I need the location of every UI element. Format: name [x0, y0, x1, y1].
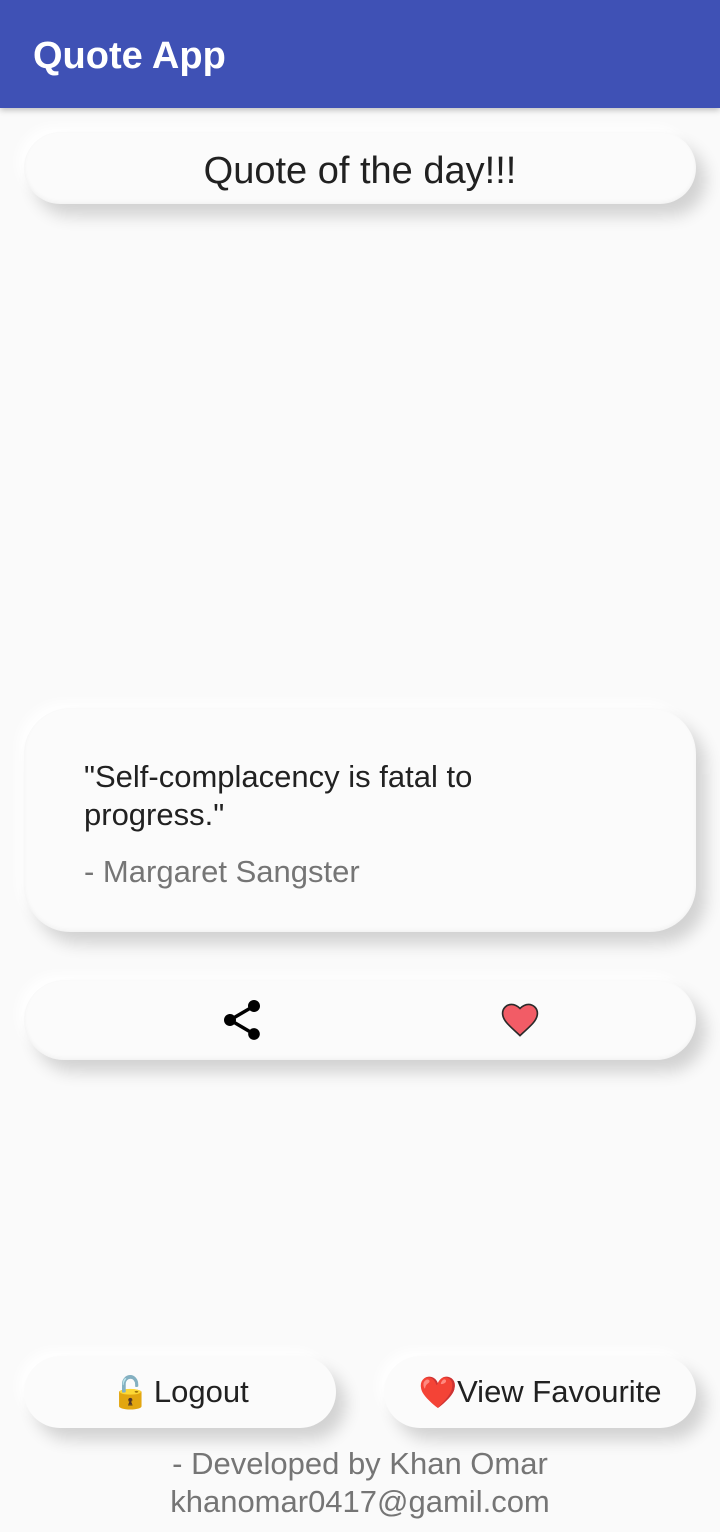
- developer-credit: - Developed by Khan Omar khanomar0417@ga…: [0, 1445, 720, 1521]
- favourite-button[interactable]: [498, 998, 542, 1042]
- unlock-icon: 🔓: [111, 1374, 150, 1410]
- developer-name: - Developed by Khan Omar: [172, 1446, 548, 1481]
- logout-button[interactable]: 🔓 Logout: [24, 1356, 336, 1428]
- logout-label: Logout: [153, 1374, 249, 1409]
- app-bar: Quote App: [0, 0, 720, 108]
- view-favourite-label: View Favourite: [457, 1374, 662, 1409]
- heart-emoji-icon: ❤️: [418, 1374, 458, 1410]
- heart-icon: [501, 1003, 539, 1037]
- share-button[interactable]: [218, 996, 266, 1044]
- logout-button-content: 🔓 Logout: [24, 1356, 336, 1428]
- share-icon: [224, 1000, 260, 1040]
- quote-text: "Self-complacency is fatal to progress.": [84, 759, 473, 832]
- developer-email: khanomar0417@gamil.com: [170, 1484, 550, 1519]
- header-title: Quote of the day!!!: [203, 150, 517, 192]
- quote-author: - Margaret Sangster: [84, 854, 360, 889]
- app-title: Quote App: [33, 35, 226, 77]
- quote-actions-bar: [24, 980, 696, 1060]
- view-favourite-button-content: ❤️ View Favourite: [384, 1356, 696, 1428]
- view-favourite-button[interactable]: ❤️ View Favourite: [384, 1356, 696, 1428]
- quote-card: "Self-complacency is fatal to progress."…: [24, 708, 696, 932]
- quote-of-day-header: Quote of the day!!!: [24, 132, 696, 204]
